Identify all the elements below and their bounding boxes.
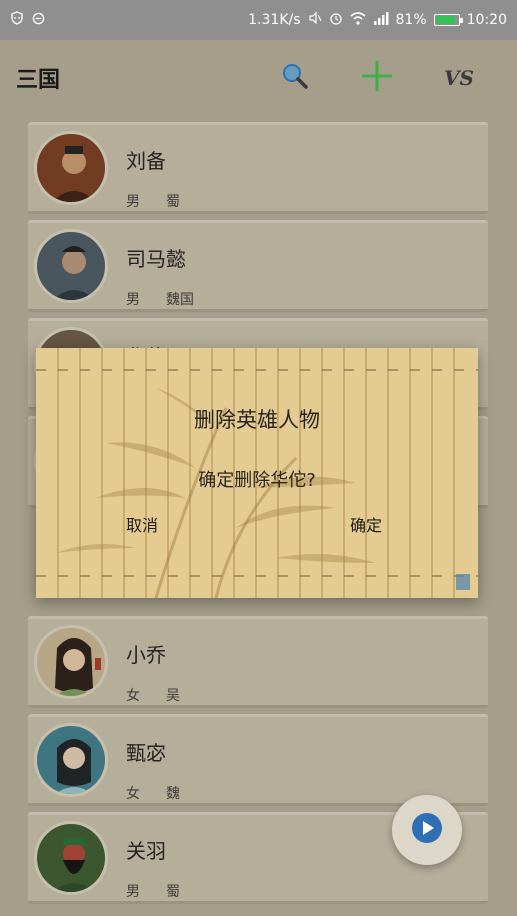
dialog-title: 删除英雄人物: [194, 408, 320, 432]
delete-hero-dialog: 删除英雄人物 确定删除华佗? 取消 确定: [36, 348, 478, 598]
mute-icon: [308, 11, 322, 29]
play-button[interactable]: [392, 795, 462, 865]
search-icon: [280, 61, 310, 95]
alarm-icon: [329, 11, 343, 29]
clock: 10:20: [466, 12, 507, 28]
cancel-button[interactable]: 取消: [126, 512, 158, 536]
wifi-icon: [349, 11, 366, 29]
dialog-message: 确定删除华佗?: [198, 470, 316, 491]
network-speed: 1.31K/s: [248, 12, 301, 28]
vs-label: VS: [444, 66, 474, 90]
confirm-button[interactable]: 确定: [350, 512, 382, 536]
shield-icon: [10, 11, 24, 29]
app-title: 三国: [16, 68, 61, 93]
status-bar: 1.31K/s 81% 10:20: [0, 0, 517, 40]
search-button[interactable]: [277, 60, 313, 96]
vs-button[interactable]: VS: [441, 60, 477, 96]
signal-icon: [373, 11, 389, 29]
battery-icon: [433, 14, 463, 26]
add-icon: [360, 59, 394, 97]
sync-icon: [32, 12, 45, 29]
add-hero-button[interactable]: [359, 60, 395, 96]
battery-percent: 81%: [395, 12, 427, 28]
app-bar: 三国 VS: [0, 40, 517, 116]
play-icon: [410, 811, 444, 849]
